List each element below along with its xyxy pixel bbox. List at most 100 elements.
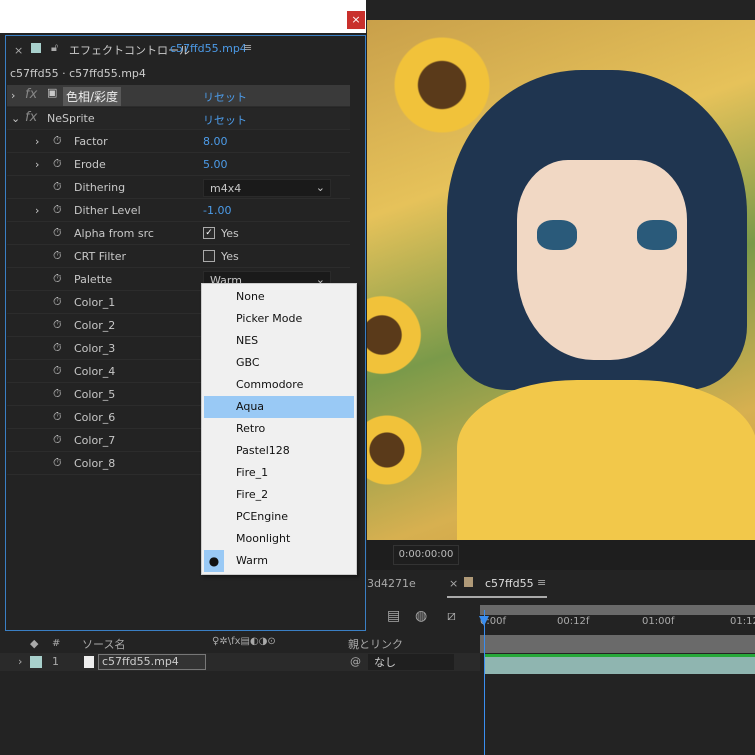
menu-icon[interactable]: ≡ <box>537 576 546 589</box>
preset-icon: ▣ <box>47 86 58 99</box>
palette-option-gbc[interactable]: GBC <box>202 352 356 374</box>
param-label: Erode <box>74 158 106 171</box>
panel-menu-icon[interactable]: ≡ <box>243 41 252 54</box>
param-dropdown[interactable]: m4x4 ⌄ <box>203 179 331 197</box>
stopwatch-icon[interactable]: ⏱︎ <box>53 410 62 424</box>
layer-index: 1 <box>52 655 59 668</box>
switches-icons: ♀✲\fx▤◐◑⊙ <box>212 636 276 647</box>
option-label: PCEngine <box>236 510 289 523</box>
layer-bar[interactable] <box>485 657 755 674</box>
param-value[interactable]: 5.00 <box>203 158 228 171</box>
palette-option-aqua[interactable]: Aqua <box>204 396 354 418</box>
close-icon[interactable]: × <box>449 577 458 590</box>
param-label: Alpha from src <box>74 227 154 240</box>
motion-blur-icon[interactable]: ◍ <box>415 608 427 624</box>
layer-color-swatch[interactable] <box>30 656 42 668</box>
checkbox-label: Yes <box>221 250 239 263</box>
expand-icon[interactable]: › <box>35 158 39 171</box>
ruler-label: 00:12f <box>557 616 590 627</box>
character-shirt <box>457 380 755 540</box>
stopwatch-icon[interactable]: ⏱︎ <box>53 272 62 286</box>
param-label: CRT Filter <box>74 250 126 263</box>
effect-row-hue-saturation[interactable]: › fx ▣ 色相/彩度 リセット <box>7 85 350 107</box>
param-row-alpha-from-src[interactable]: ⏱︎ Alpha from src ✓ Yes <box>7 223 350 245</box>
expand-icon[interactable]: › <box>11 89 15 102</box>
collapse-icon[interactable]: ⌄ <box>11 112 20 125</box>
pickwhip-icon[interactable]: @ <box>350 655 361 668</box>
comp-color-swatch <box>464 577 473 587</box>
close-icon[interactable]: × <box>14 44 23 57</box>
palette-option-pastel128[interactable]: Pastel128 <box>202 440 356 462</box>
palette-option-pcengine[interactable]: PCEngine <box>202 506 356 528</box>
stopwatch-icon[interactable]: ⏱︎ <box>53 157 62 171</box>
character-eye <box>637 220 677 250</box>
stopwatch-icon[interactable]: ⏱︎ <box>53 134 62 148</box>
reset-link[interactable]: リセット <box>203 112 247 128</box>
option-label: Warm <box>236 554 268 567</box>
palette-option-nes[interactable]: NES <box>202 330 356 352</box>
option-label: Fire_2 <box>236 488 269 501</box>
param-label: Color_8 <box>74 457 116 470</box>
param-row-erode[interactable]: › ⏱︎ Erode 5.00 <box>7 154 350 176</box>
palette-option-picker-mode[interactable]: Picker Mode <box>202 308 356 330</box>
effect-row-nesprite[interactable]: ⌄ fx NeSprite リセット <box>7 108 350 130</box>
stopwatch-icon[interactable]: ⏱︎ <box>53 456 62 470</box>
panel-title-file[interactable]: c57ffd55.mp4 <box>170 42 247 55</box>
label-icon: ◆ <box>30 637 39 650</box>
layer-header-bar <box>480 635 755 653</box>
parent-dropdown[interactable]: なし <box>368 654 454 670</box>
param-value[interactable]: 8.00 <box>203 135 228 148</box>
draft-3d-icon[interactable]: ▤ <box>387 608 400 624</box>
stopwatch-icon[interactable]: ⏱︎ <box>53 341 62 355</box>
playhead[interactable] <box>484 610 485 755</box>
param-label: Color_7 <box>74 434 116 447</box>
stopwatch-icon[interactable]: ⏱︎ <box>53 364 62 378</box>
palette-option-fire-2[interactable]: Fire_2 <box>202 484 356 506</box>
layer-panel: ◆ # ソース名 ♀✲\fx▤◐◑⊙ 親とリンク › 1 c57ffd55.mp… <box>0 632 480 672</box>
param-row-dither-level[interactable]: › ⏱︎ Dither Level -1.00 <box>7 200 350 222</box>
fx-icon[interactable]: fx <box>25 87 37 102</box>
param-row-dithering[interactable]: ⏱︎ Dithering m4x4 ⌄ <box>7 177 350 199</box>
param-row-factor[interactable]: › ⏱︎ Factor 8.00 <box>7 131 350 153</box>
column-parent-link: 親とリンク <box>348 638 403 651</box>
stopwatch-icon[interactable]: ⏱︎ <box>53 433 62 447</box>
stopwatch-icon[interactable]: ⏱︎ <box>53 318 62 332</box>
param-row-crt-filter[interactable]: ⏱︎ CRT Filter Yes <box>7 246 350 268</box>
palette-option-commodore[interactable]: Commodore <box>202 374 356 396</box>
checkbox[interactable] <box>203 250 215 262</box>
palette-option-retro[interactable]: Retro <box>202 418 356 440</box>
checkbox[interactable]: ✓ <box>203 227 215 239</box>
stopwatch-icon[interactable]: ⏱︎ <box>53 249 62 263</box>
tab-comp-other[interactable]: 3d4271e <box>367 577 416 590</box>
graph-editor-icon[interactable]: ⧄ <box>447 608 456 624</box>
effect-name: NeSprite <box>47 112 95 125</box>
stopwatch-icon[interactable]: ⏱︎ <box>53 295 62 309</box>
layer-row[interactable]: › 1 c57ffd55.mp4 @ なし <box>0 653 480 671</box>
stopwatch-icon[interactable]: ⏱︎ <box>53 180 62 194</box>
stopwatch-icon[interactable]: ⏱︎ <box>53 226 62 240</box>
fx-icon[interactable]: fx <box>25 110 37 125</box>
param-label: Color_1 <box>74 296 116 309</box>
param-label: Color_3 <box>74 342 116 355</box>
palette-option-warm[interactable]: ● Warm <box>202 550 356 572</box>
expand-icon[interactable]: › <box>35 135 39 148</box>
palette-option-fire-1[interactable]: Fire_1 <box>202 462 356 484</box>
palette-dropdown-menu: None Picker Mode NES GBC Commodore Aqua Retro P… <box>201 283 357 575</box>
layer-name[interactable]: c57ffd55.mp4 <box>98 654 206 670</box>
footage-icon <box>84 656 94 668</box>
composition-viewer[interactable] <box>367 20 755 540</box>
lock-icon[interactable]: 🔓︎ <box>51 41 58 55</box>
expand-icon[interactable]: › <box>18 655 22 668</box>
reset-link[interactable]: リセット <box>203 89 247 105</box>
palette-option-moonlight[interactable]: Moonlight <box>202 528 356 550</box>
stopwatch-icon[interactable]: ⏱︎ <box>53 387 62 401</box>
tab-comp-c57ffd55[interactable]: c57ffd55 <box>485 577 534 590</box>
window-close-button[interactable]: × <box>347 11 365 29</box>
expand-icon[interactable]: › <box>35 204 39 217</box>
timecode-display[interactable]: 0:00:00:00 <box>393 545 459 565</box>
stopwatch-icon[interactable]: ⏱︎ <box>53 203 62 217</box>
ruler-label: 01:00f <box>642 616 675 627</box>
param-value[interactable]: -1.00 <box>203 204 231 217</box>
work-area-bar[interactable] <box>480 605 755 615</box>
palette-option-none[interactable]: None <box>202 286 356 308</box>
